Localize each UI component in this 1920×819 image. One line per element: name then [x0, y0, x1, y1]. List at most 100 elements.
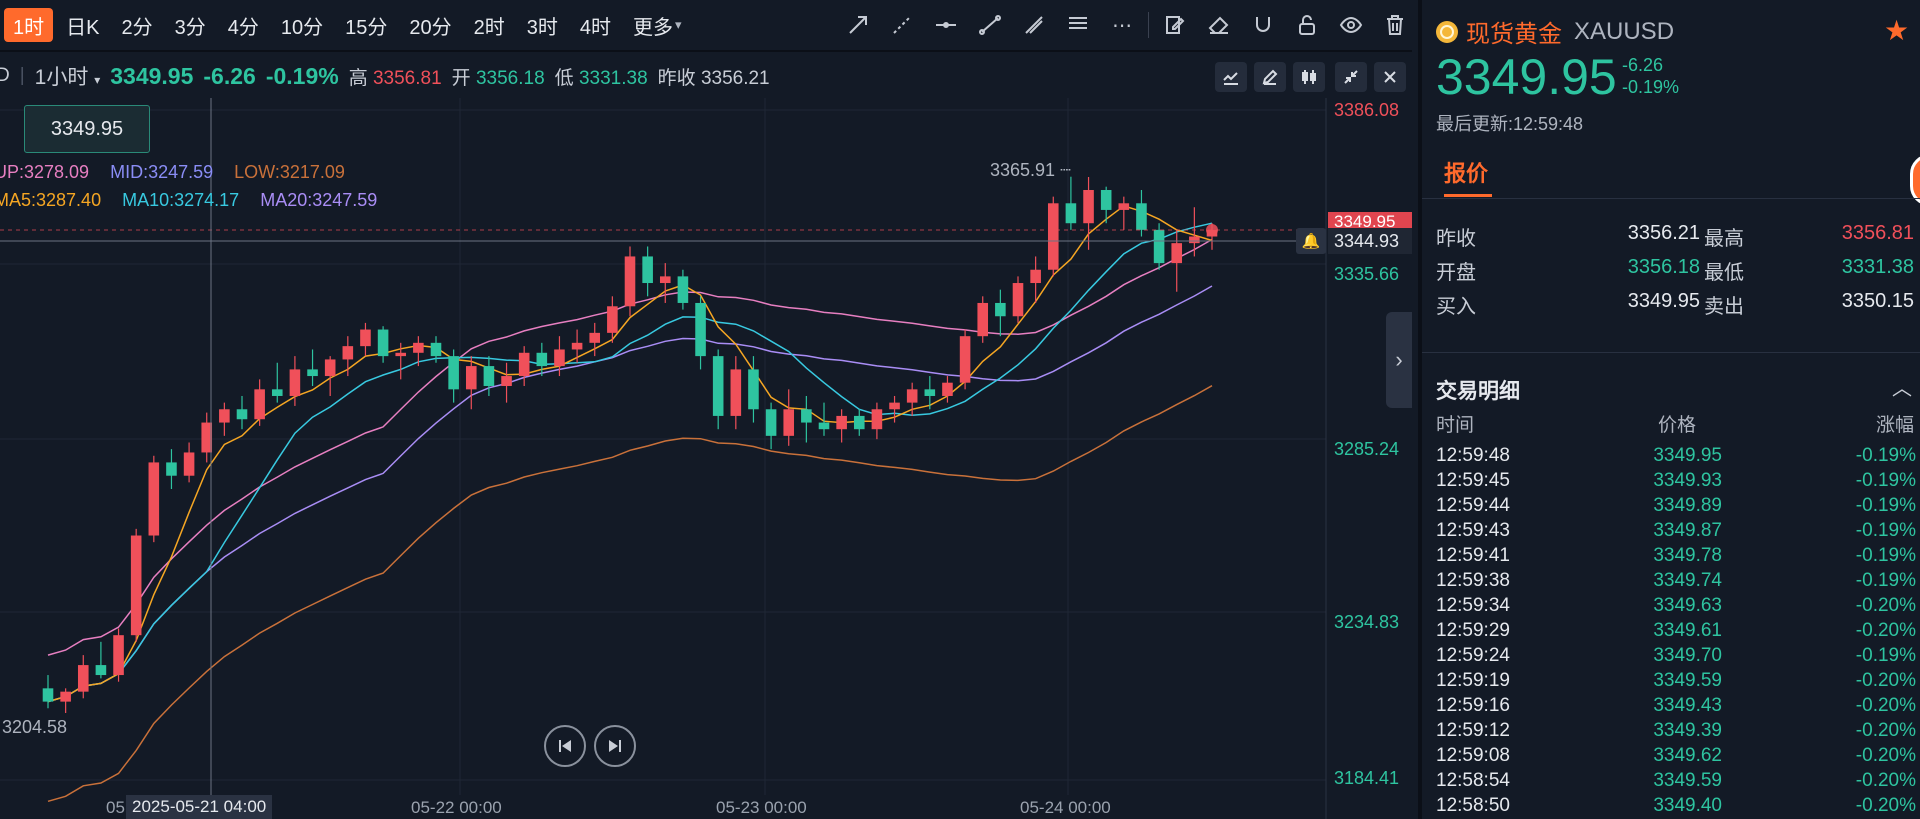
- collapse-icon[interactable]: [1335, 62, 1367, 92]
- candle-body: [271, 389, 283, 396]
- candle-body: [518, 352, 530, 377]
- chevron-right-icon: ›: [1395, 347, 1403, 372]
- max-price-value: 3365.91: [990, 160, 1056, 180]
- trend-line-icon[interactable]: [968, 8, 1012, 42]
- parallel-channel-icon[interactable]: [1012, 8, 1056, 42]
- candle-body: [360, 329, 371, 347]
- arrow-line-icon[interactable]: [836, 8, 880, 42]
- price-alert-bell-icon[interactable]: 🔔: [1296, 228, 1326, 254]
- candle-body: [1189, 236, 1200, 244]
- max-price-label: 3365.91 ┈: [990, 160, 1071, 180]
- boll-up: UP:3278.09: [0, 162, 90, 182]
- dashed-ray-icon[interactable]: [880, 8, 924, 42]
- candle-body: [148, 462, 160, 536]
- scroll-right-button[interactable]: [594, 725, 636, 767]
- low-value: 3331.38: [578, 67, 648, 89]
- trash-icon[interactable]: [1373, 8, 1417, 42]
- eye-icon[interactable]: [1329, 8, 1373, 42]
- timeframe-2h[interactable]: 2时: [465, 8, 514, 42]
- timeframe-3h[interactable]: 3时: [518, 8, 567, 42]
- scroll-left-button[interactable]: [544, 725, 586, 767]
- candle-body: [995, 302, 1006, 317]
- collapse-chevron-icon[interactable]: ︿: [1892, 372, 1912, 401]
- fibonacci-icon[interactable]: [1056, 8, 1100, 42]
- timeframe-2m[interactable]: 2分: [112, 8, 161, 42]
- trade-price: 3349.59: [1653, 670, 1722, 691]
- quote-label: 买入: [1436, 296, 1476, 318]
- expand-panel-button[interactable]: ›: [1386, 312, 1412, 408]
- toolbar-divider: [1148, 12, 1149, 38]
- timeframe-4m[interactable]: 4分: [219, 8, 268, 42]
- trade-time: 12:59:41: [1436, 545, 1510, 566]
- trade-time: 12:59:29: [1436, 620, 1510, 641]
- tab-quote[interactable]: 报价: [1444, 156, 1488, 188]
- tab-quote-underline: [1444, 194, 1492, 197]
- candle-body: [554, 349, 565, 367]
- timeframe-3m[interactable]: 3分: [166, 8, 215, 42]
- eraser-icon[interactable]: [1197, 8, 1241, 42]
- trade-change: -0.20%: [1855, 720, 1916, 741]
- timeframe-20m[interactable]: 20分: [400, 8, 460, 42]
- candle-body: [853, 415, 865, 430]
- magnet-icon[interactable]: [1241, 8, 1285, 42]
- symbol-stub: D: [0, 65, 10, 86]
- quote-panel: 现货黄金 XAUUSD ★ 3349.95 -6.26 -0.19% 最后更新:…: [1418, 0, 1920, 819]
- timeframe-1h[interactable]: 1时: [4, 8, 54, 42]
- candle-body: [977, 302, 989, 337]
- candle-body: [659, 276, 671, 284]
- candle-body: [607, 306, 618, 333]
- boll-indicator-line: UP:3278.09 MID:3247.59 LOW:3217.09: [0, 162, 361, 183]
- indicator-icon[interactable]: [1215, 62, 1247, 92]
- trade-change: -0.19%: [1855, 645, 1916, 666]
- timeframe-day[interactable]: 日K: [57, 8, 108, 42]
- boll-mid: MID:3247.59: [110, 162, 214, 182]
- boll-low: LOW:3217.09: [234, 162, 345, 182]
- trade-price: 3349.61: [1653, 620, 1722, 641]
- gold-coin-icon: [1436, 20, 1458, 43]
- ma5: MA5:3287.40: [0, 190, 102, 210]
- chart-control-buttons: [1208, 62, 1406, 92]
- candle-body: [624, 256, 636, 307]
- candle-body: [818, 422, 830, 430]
- quote-label: 最低: [1704, 262, 1744, 284]
- more-tools-icon[interactable]: ⋯: [1100, 8, 1144, 42]
- instrument-symbol: XAUUSD: [1574, 17, 1675, 45]
- candle-body: [183, 452, 195, 476]
- trade-time: 12:59:19: [1436, 670, 1510, 691]
- candlestick-icon[interactable]: [1293, 62, 1325, 92]
- timeframe-15m[interactable]: 15分: [336, 8, 396, 42]
- high-value: 3356.81: [372, 67, 442, 89]
- close-icon[interactable]: [1374, 62, 1406, 92]
- candle-body: [1012, 283, 1024, 317]
- candle-body: [942, 382, 953, 396]
- candle-body: [765, 409, 777, 436]
- pencil-icon[interactable]: [1254, 62, 1286, 92]
- x-axis-label: 05-22 00:00: [411, 798, 502, 817]
- period-dropdown[interactable]: 1小时 ▾: [35, 61, 101, 91]
- live-price-dot: [1206, 224, 1218, 237]
- candle-body: [201, 422, 213, 453]
- favorite-star-icon[interactable]: ★: [1884, 14, 1909, 47]
- candle-body: [571, 342, 583, 350]
- unlock-icon[interactable]: [1285, 8, 1329, 42]
- timeframe-4h[interactable]: 4时: [571, 8, 620, 42]
- trade-change: -0.19%: [1855, 545, 1916, 566]
- horizontal-line-icon[interactable]: [924, 8, 968, 42]
- candle-body: [695, 302, 706, 357]
- y-axis-label: 3184.41: [1334, 768, 1400, 788]
- trade-price: 3349.39: [1653, 720, 1722, 741]
- trade-price: 3349.93: [1653, 470, 1722, 491]
- prev-close-value: 3356.21: [700, 67, 770, 89]
- timeframe-more-dropdown[interactable]: 更多: [624, 8, 691, 42]
- col-change: 涨幅: [1876, 415, 1915, 436]
- edit-note-icon[interactable]: [1153, 8, 1197, 42]
- candle-body: [748, 369, 759, 410]
- candle-body: [324, 359, 336, 377]
- candle-body: [1083, 190, 1094, 224]
- candle-body: [906, 389, 918, 403]
- panel-price-change-percent: -0.19%: [1622, 77, 1680, 97]
- trade-price: 3349.62: [1653, 745, 1722, 766]
- open-value: 3356.18: [475, 67, 545, 89]
- candle-body: [1171, 243, 1183, 264]
- timeframe-10m[interactable]: 10分: [272, 8, 332, 42]
